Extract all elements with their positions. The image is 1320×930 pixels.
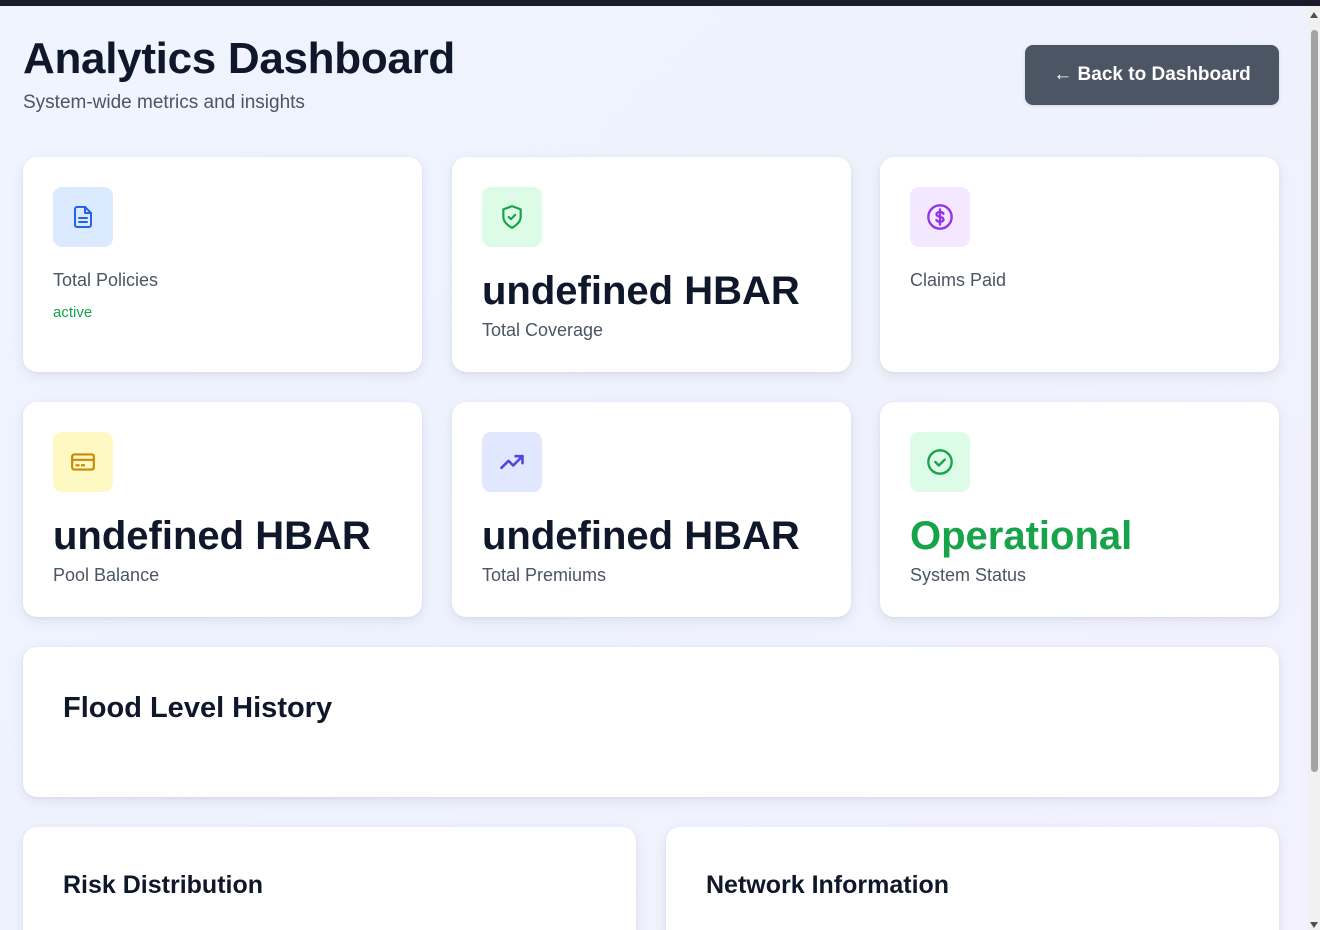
stat-card-total-coverage: undefined HBAR Total Coverage <box>452 157 851 372</box>
stat-card-system-status: Operational System Status <box>880 402 1279 617</box>
stat-card-total-premiums: undefined HBAR Total Premiums <box>452 402 851 617</box>
document-icon <box>53 187 113 247</box>
page-title: Analytics Dashboard <box>23 34 455 83</box>
trending-up-icon <box>482 432 542 492</box>
network-information-panel: Network Information <box>666 827 1279 930</box>
shield-check-icon <box>482 187 542 247</box>
vertical-scrollbar[interactable] <box>1308 6 1320 930</box>
stat-card-total-policies: Total Policies active <box>23 157 422 372</box>
status-value: Operational <box>910 514 1133 558</box>
stat-note: active <box>53 304 93 321</box>
page-subtitle: System-wide metrics and insights <box>23 92 305 113</box>
dollar-circle-icon <box>910 187 970 247</box>
stat-label: Claims Paid <box>910 270 1007 290</box>
stat-value: undefined HBAR <box>482 269 800 313</box>
back-to-dashboard-button[interactable]: ← Back to Dashboard <box>1025 45 1279 105</box>
stat-label: Total Policies <box>53 270 159 290</box>
stat-label: Total Coverage <box>482 320 604 340</box>
stat-value: undefined HBAR <box>53 514 371 558</box>
network-information-title: Network Information <box>706 871 950 899</box>
scroll-up-arrow-icon[interactable] <box>1310 12 1318 18</box>
stat-card-pool-balance: undefined HBAR Pool Balance <box>23 402 422 617</box>
credit-card-icon <box>53 432 113 492</box>
scroll-down-arrow-icon[interactable] <box>1310 922 1318 928</box>
risk-distribution-title: Risk Distribution <box>63 871 264 899</box>
scrollbar-thumb[interactable] <box>1311 30 1318 772</box>
flood-history-title: Flood Level History <box>63 692 333 724</box>
stat-label: System Status <box>910 565 1027 585</box>
stat-label: Pool Balance <box>53 565 160 585</box>
flood-history-panel: Flood Level History <box>23 647 1279 797</box>
window-top-bar <box>0 0 1320 6</box>
check-circle-icon <box>910 432 970 492</box>
risk-distribution-panel: Risk Distribution <box>23 827 636 930</box>
stat-value: undefined HBAR <box>482 514 800 558</box>
stat-label: Total Premiums <box>482 565 607 585</box>
stat-card-claims-paid: Claims Paid <box>880 157 1279 372</box>
